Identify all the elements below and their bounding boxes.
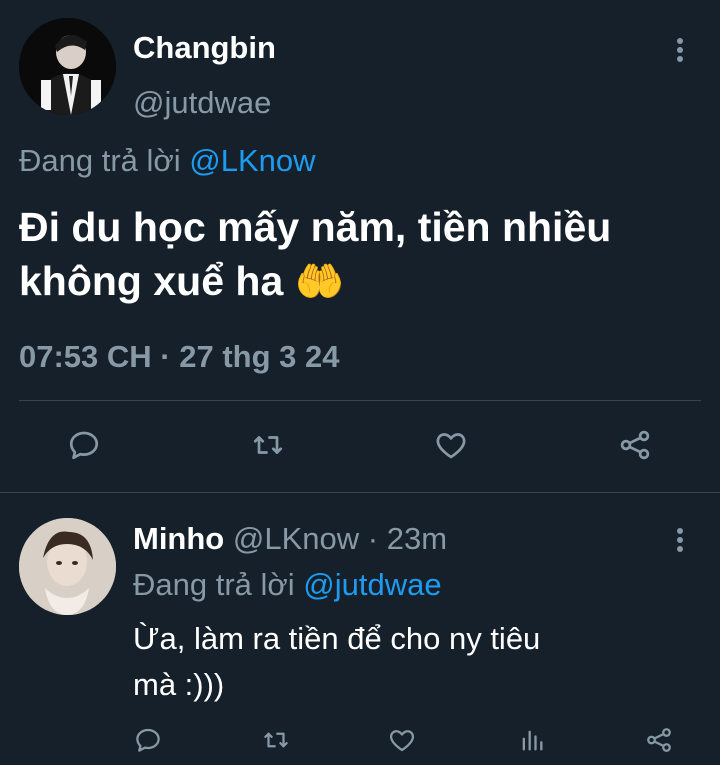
share-icon[interactable]	[615, 425, 655, 465]
author-name[interactable]: Minho	[133, 521, 224, 556]
replying-to-link[interactable]: @jutdwae	[303, 567, 441, 602]
like-icon[interactable]	[384, 722, 420, 758]
analytics-icon[interactable]	[514, 722, 550, 758]
reply-icon[interactable]	[64, 425, 104, 465]
tweet-timestamp[interactable]: 07:53 CH · 27 thg 3 24	[19, 338, 339, 376]
share-icon[interactable]	[641, 722, 677, 758]
replying-to-link[interactable]: @LKnow	[189, 143, 315, 178]
author-handle[interactable]: @LKnow	[233, 521, 359, 556]
reply-text-line-2: mà :)))	[133, 667, 225, 702]
author-handle[interactable]: @jutdwae	[133, 85, 271, 121]
tweet-text-line-1: Đi du học mấy năm, tiền nhiều	[19, 204, 612, 250]
tweet-text-line-2: không xuể ha 🤲	[19, 256, 344, 307]
divider	[19, 400, 701, 401]
reply-icon[interactable]	[130, 722, 166, 758]
retweet-icon[interactable]	[257, 722, 295, 758]
time-ago[interactable]: 23m	[387, 521, 447, 556]
like-icon[interactable]	[431, 425, 471, 465]
author-name[interactable]: Changbin	[133, 30, 276, 66]
avatar[interactable]	[19, 18, 116, 115]
retweet-icon[interactable]	[247, 425, 289, 465]
reply-header: Minho @LKnow · 23m	[133, 520, 447, 558]
tweet-text-line-2-text: không xuể ha	[19, 258, 284, 304]
replying-to-line: Đang trả lời @jutdwae	[133, 566, 442, 604]
section-divider	[0, 492, 720, 493]
more-vertical-icon[interactable]	[668, 34, 692, 66]
avatar[interactable]	[19, 518, 116, 615]
more-vertical-icon[interactable]	[668, 524, 692, 556]
replying-to-line: Đang trả lời @LKnow	[19, 142, 316, 180]
separator-dot: ·	[367, 521, 379, 556]
open-hands-emoji: 🤲	[294, 259, 345, 305]
reply-text-line-1: Ừa, làm ra tiền để cho ny tiêu	[133, 621, 541, 656]
replying-prefix: Đang trả lời	[133, 567, 295, 602]
replying-prefix: Đang trả lời	[19, 143, 181, 178]
